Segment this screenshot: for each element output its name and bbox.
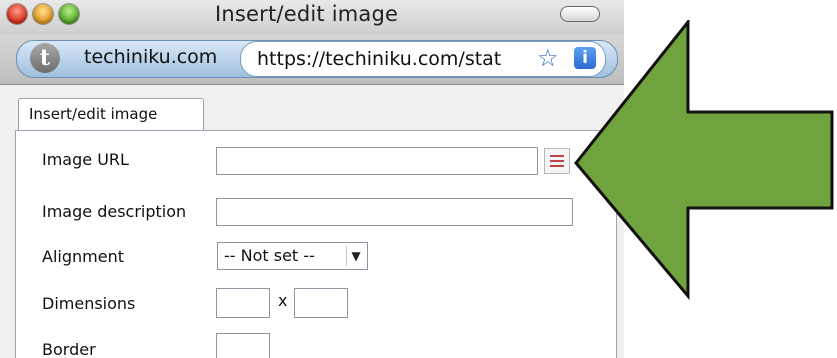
- browse-list-icon[interactable]: [544, 148, 570, 174]
- address-bar: t techiniku.com https://techiniku.com/st…: [0, 34, 624, 85]
- alignment-selected-value: -- Not set --: [224, 246, 315, 265]
- green-arrow-icon: [574, 20, 834, 300]
- image-url-input[interactable]: [216, 147, 538, 175]
- window-title: Insert/edit image: [215, 2, 399, 26]
- border-input[interactable]: [216, 333, 270, 358]
- image-description-label: Image description: [42, 202, 187, 221]
- browser-window: Insert/edit image t techiniku.com https:…: [0, 0, 624, 358]
- tab-insert-edit-image[interactable]: Insert/edit image: [18, 98, 204, 131]
- site-name: techiniku.com: [84, 46, 218, 68]
- tab-label: Insert/edit image: [29, 105, 158, 123]
- minimize-window-button[interactable]: [33, 4, 53, 24]
- star-icon[interactable]: ☆: [537, 46, 559, 70]
- width-input[interactable]: [216, 288, 270, 318]
- url-text: https://techiniku.com/stat: [257, 48, 502, 70]
- image-url-label: Image URL: [42, 150, 129, 169]
- close-window-button[interactable]: [7, 4, 27, 24]
- zoom-window-button[interactable]: [59, 4, 79, 24]
- alignment-select[interactable]: -- Not set -- ▼: [217, 242, 368, 270]
- alignment-label: Alignment: [42, 247, 124, 266]
- image-description-input[interactable]: [216, 198, 573, 226]
- arrow-shape: [574, 20, 834, 300]
- title-bar: Insert/edit image: [0, 0, 624, 34]
- border-label: Border: [42, 340, 96, 358]
- dimensions-label: Dimensions: [42, 294, 136, 313]
- site-icon: t: [30, 43, 60, 73]
- height-input[interactable]: [294, 288, 348, 318]
- dimensions-separator: x: [278, 291, 288, 310]
- chevron-down-icon: ▼: [346, 246, 365, 266]
